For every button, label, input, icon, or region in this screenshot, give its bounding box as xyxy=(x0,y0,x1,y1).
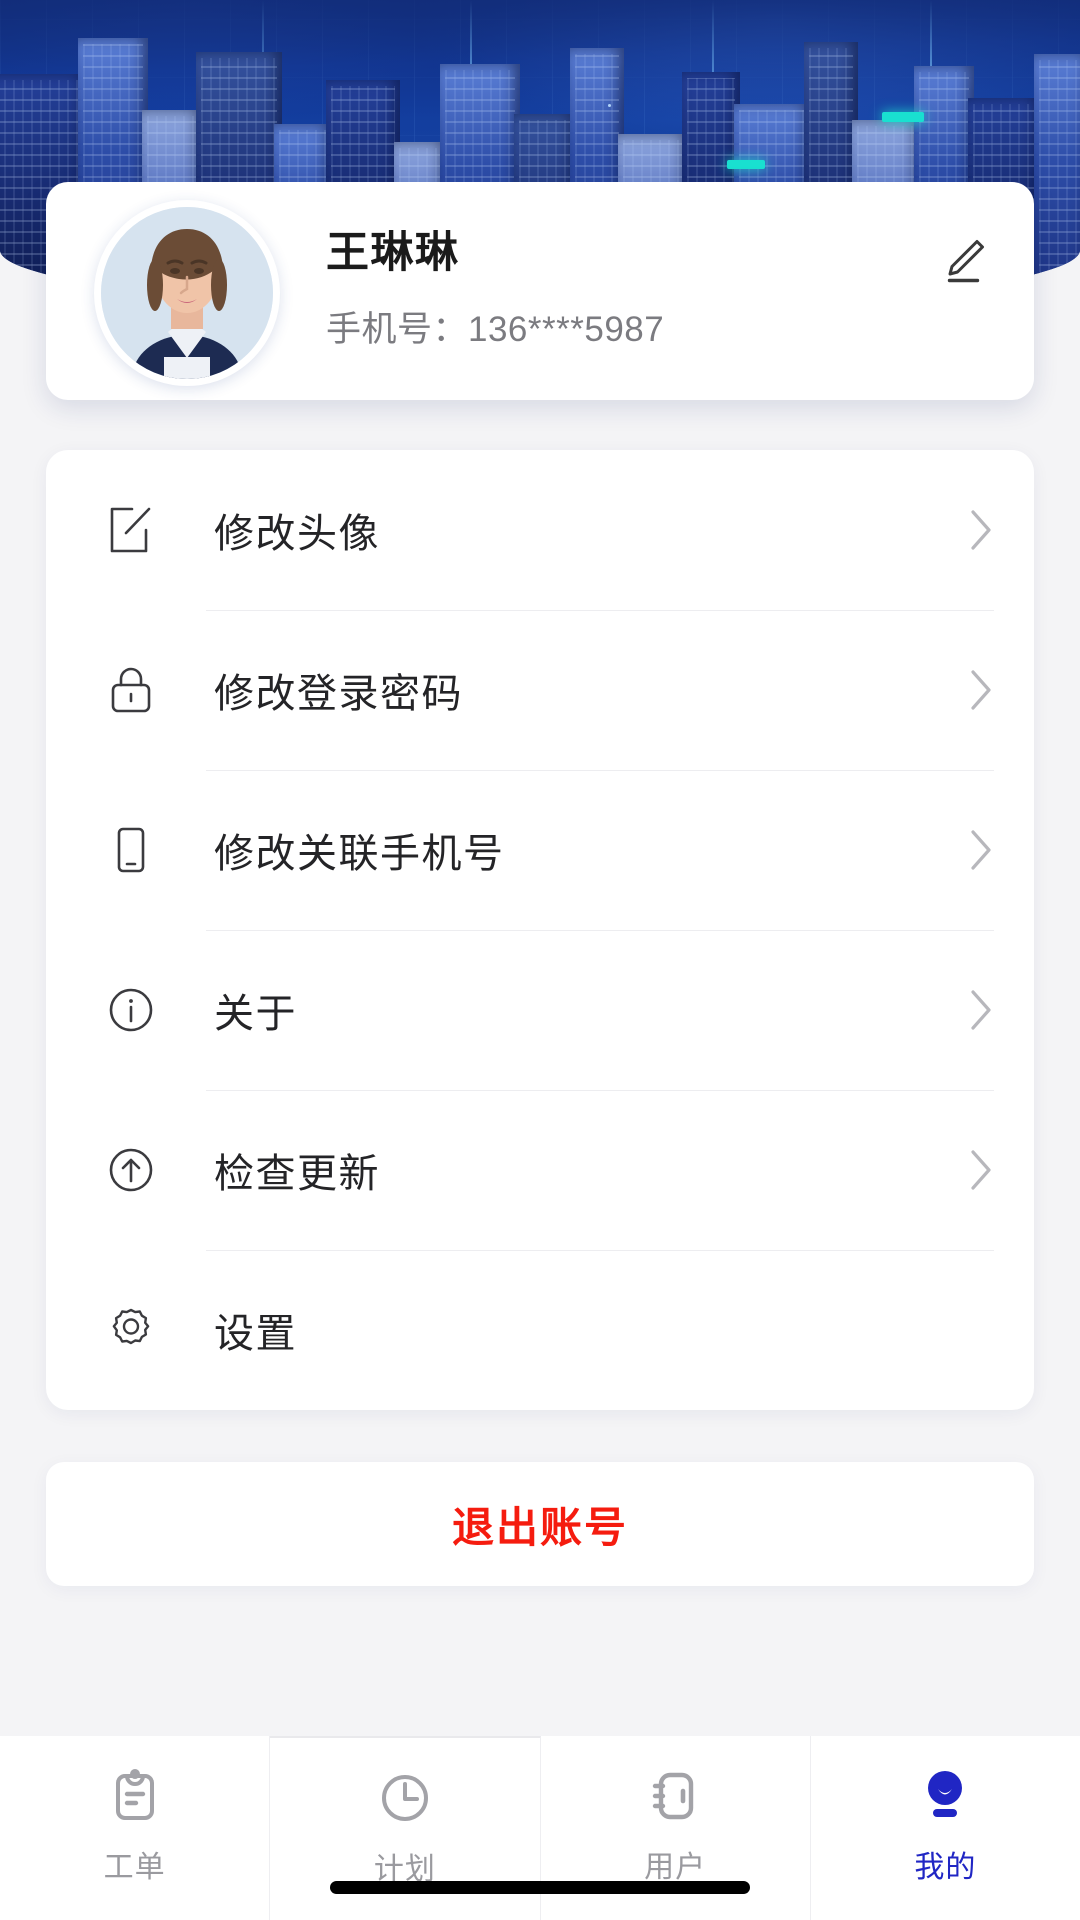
chevron-right-icon xyxy=(954,508,994,552)
menu-item-change-phone[interactable]: 修改关联手机号 xyxy=(86,770,994,930)
chevron-right-icon xyxy=(954,828,994,872)
menu-item-change-avatar[interactable]: 修改头像 xyxy=(86,450,994,610)
chevron-right-icon xyxy=(954,668,994,712)
profile-info: 王琳琳 手机号：136****5987 xyxy=(280,228,928,352)
tab-mine[interactable]: 我的 xyxy=(811,1736,1080,1920)
clipboard-icon xyxy=(104,1758,166,1834)
profile-name: 王琳琳 xyxy=(326,228,460,277)
profile-phone: 手机号：136****5987 xyxy=(326,310,665,350)
tab-work-orders[interactable]: 工单 xyxy=(0,1736,271,1920)
menu-item-about[interactable]: 关于 xyxy=(86,930,994,1090)
logout-label: 退出账号 xyxy=(451,1503,628,1551)
logout-button[interactable]: 退出账号 xyxy=(46,1462,1034,1586)
clock-icon xyxy=(374,1760,436,1836)
mobile-phone-icon xyxy=(98,817,164,883)
contacts-book-icon xyxy=(644,1758,706,1834)
menu-item-change-password[interactable]: 修改登录密码 xyxy=(86,610,994,770)
menu-item-label: 设置 xyxy=(214,1312,297,1356)
menu-item-label: 修改关联手机号 xyxy=(214,832,505,876)
menu-item-label: 检查更新 xyxy=(214,1152,380,1196)
info-circle-icon xyxy=(98,977,164,1043)
app-screen: 王琳琳 手机号：136****5987 修改头像 修改登录密码 修改关联手机号 … xyxy=(0,0,1080,1920)
settings-menu-card: 修改头像 修改登录密码 修改关联手机号 关于 检查更新 设置 xyxy=(46,450,1034,1410)
arrow-up-circle-icon xyxy=(98,1137,164,1203)
menu-item-label: 修改登录密码 xyxy=(214,672,463,716)
pencil-edit-icon xyxy=(936,232,992,293)
profile-card[interactable]: 王琳琳 手机号：136****5987 xyxy=(46,182,1034,400)
edit-square-icon xyxy=(98,497,164,563)
menu-item-label: 关于 xyxy=(214,992,297,1036)
person-icon xyxy=(914,1758,976,1834)
avatar[interactable] xyxy=(94,200,280,386)
lock-icon xyxy=(98,657,164,723)
menu-item-check-update[interactable]: 检查更新 xyxy=(86,1090,994,1250)
home-indicator-bar xyxy=(330,1881,750,1894)
chevron-right-icon xyxy=(954,988,994,1032)
menu-item-label: 修改头像 xyxy=(214,512,380,556)
tab-label: 用户 xyxy=(644,1851,707,1884)
edit-profile-button[interactable] xyxy=(928,226,1000,298)
gear-icon xyxy=(98,1297,164,1363)
tab-label: 工单 xyxy=(103,1851,166,1884)
menu-item-settings[interactable]: 设置 xyxy=(86,1250,994,1410)
tab-label: 我的 xyxy=(914,1851,977,1884)
chevron-right-icon xyxy=(954,1148,994,1192)
